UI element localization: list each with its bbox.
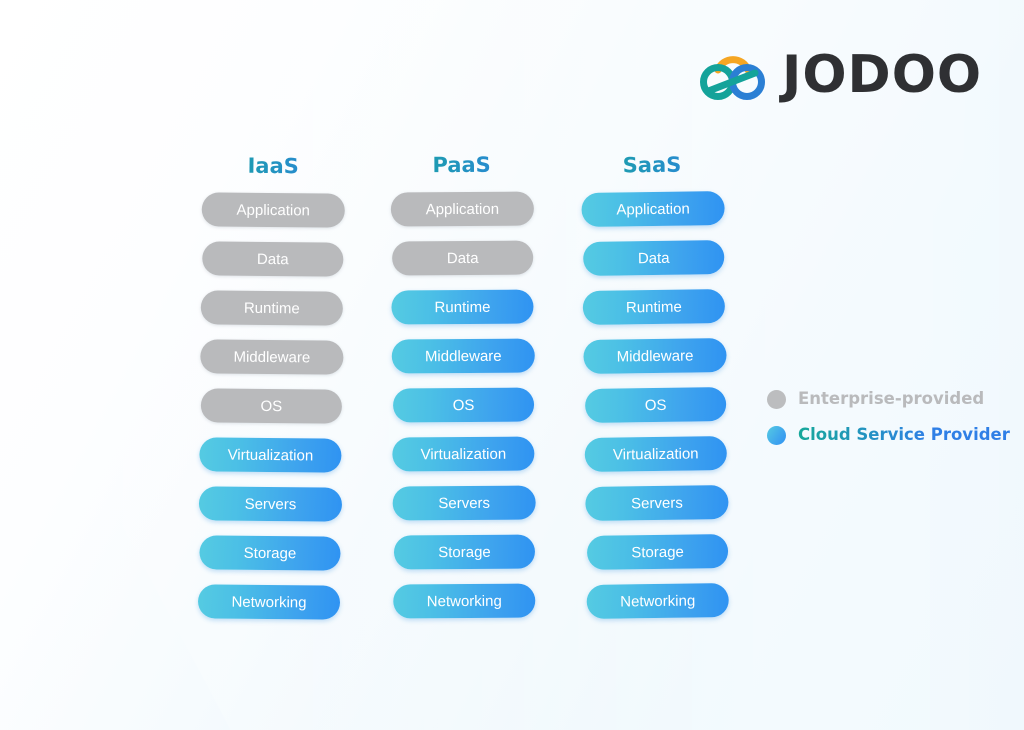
layer-pill-paas-os[interactable]: OS <box>392 387 535 423</box>
layer-pill-saas-storage[interactable]: Storage <box>586 534 729 570</box>
jodoo-logo: JODOO <box>698 47 982 103</box>
layer-pill-iaas-servers[interactable]: Servers <box>198 486 343 522</box>
legend: Enterprise-provided Cloud Service Provid… <box>767 386 1010 458</box>
jodoo-infinity-logo-icon <box>698 47 768 103</box>
layer-pill-paas-virtualization[interactable]: Virtualization <box>392 436 535 472</box>
legend-item-enterprise-provided: Enterprise-provided <box>767 386 1010 412</box>
column-title-iaas: IaaS <box>193 154 353 178</box>
layer-pill-iaas-application[interactable]: Application <box>201 192 345 228</box>
layer-pill-paas-application[interactable]: Application <box>390 191 534 227</box>
column-paas: PaaS Application Data Runtime Middleware… <box>382 153 545 634</box>
layer-pill-saas-middleware[interactable]: Middleware <box>583 338 727 374</box>
layer-pill-iaas-os[interactable]: OS <box>200 388 343 424</box>
layer-pill-iaas-data[interactable]: Data <box>202 241 344 277</box>
layer-pill-saas-os[interactable]: OS <box>584 387 727 423</box>
layer-pill-paas-data[interactable]: Data <box>392 240 534 276</box>
layer-pill-iaas-middleware[interactable]: Middleware <box>200 339 344 375</box>
column-saas: SaaS Application Data Runtime Middleware… <box>572 153 738 634</box>
layer-pill-saas-servers[interactable]: Servers <box>585 485 729 521</box>
layer-pill-paas-middleware[interactable]: Middleware <box>391 338 535 374</box>
legend-swatch-blue-icon <box>767 425 786 445</box>
layer-pill-saas-runtime[interactable]: Runtime <box>582 289 726 325</box>
legend-swatch-gray-icon <box>767 389 786 409</box>
legend-item-cloud-service-provider: Cloud Service Provider <box>767 422 1010 448</box>
layer-pill-paas-runtime[interactable]: Runtime <box>391 289 534 325</box>
layer-pill-saas-data[interactable]: Data <box>583 240 725 276</box>
layer-pill-saas-application[interactable]: Application <box>581 191 725 227</box>
layer-pill-paas-servers[interactable]: Servers <box>392 485 536 521</box>
layer-pill-iaas-virtualization[interactable]: Virtualization <box>199 437 342 473</box>
layer-pill-iaas-networking[interactable]: Networking <box>197 584 341 620</box>
layer-pill-iaas-storage[interactable]: Storage <box>199 535 341 571</box>
jodoo-wordmark: JODOO <box>782 45 983 105</box>
legend-label-cloud-service-provider: Cloud Service Provider <box>798 424 1010 444</box>
diagram-canvas: JODOO IaaS Application Data Runtime Midd… <box>0 0 1024 730</box>
layer-pill-paas-storage[interactable]: Storage <box>393 534 536 570</box>
layer-pill-paas-networking[interactable]: Networking <box>393 583 536 619</box>
column-title-saas: SaaS <box>572 153 732 178</box>
layer-pill-saas-virtualization[interactable]: Virtualization <box>584 436 728 472</box>
layer-pill-saas-networking[interactable]: Networking <box>586 583 729 619</box>
column-iaas: IaaS Application Data Runtime Middleware… <box>189 154 354 635</box>
layer-pill-iaas-runtime[interactable]: Runtime <box>200 290 343 326</box>
column-title-paas: PaaS <box>382 153 542 177</box>
legend-label-enterprise-provided: Enterprise-provided <box>798 388 985 408</box>
